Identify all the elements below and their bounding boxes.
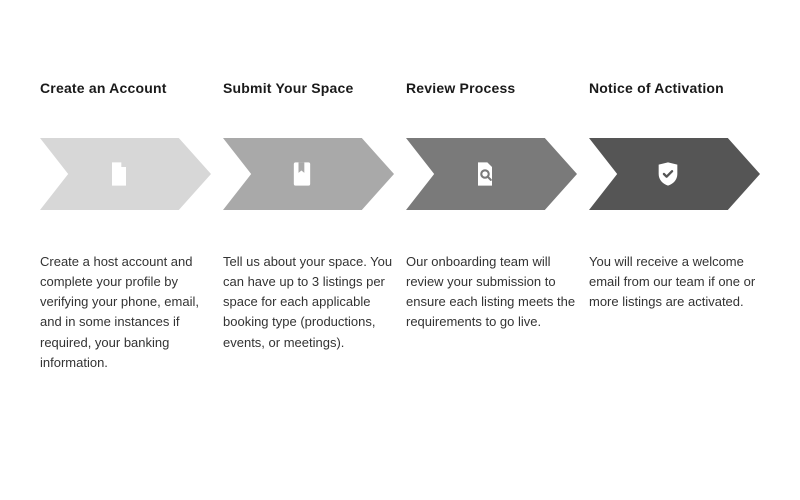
step-review-process: Review Process Our onboarding team will … (406, 80, 577, 373)
step-notice-activation: Notice of Activation You will receive a … (589, 80, 760, 373)
step-create-account: Create an Account Create a host account … (40, 80, 211, 373)
step-description: Create a host account and complete your … (40, 252, 211, 373)
step-description: Our onboarding team will review your sub… (406, 252, 577, 333)
document-icon (105, 160, 133, 188)
process-steps: Create an Account Create a host account … (40, 80, 760, 373)
shield-check-icon (654, 160, 682, 188)
step-title: Submit Your Space (223, 80, 394, 96)
step-submit-space: Submit Your Space Tell us about your spa… (223, 80, 394, 373)
step-title: Create an Account (40, 80, 211, 96)
step-arrow (40, 138, 211, 210)
step-arrow (406, 138, 577, 210)
step-arrow (589, 138, 760, 210)
step-arrow (223, 138, 394, 210)
step-title: Review Process (406, 80, 577, 96)
step-description: Tell us about your space. You can have u… (223, 252, 394, 353)
step-title: Notice of Activation (589, 80, 760, 96)
bookmark-icon (288, 160, 316, 188)
magnify-doc-icon (471, 160, 499, 188)
step-description: You will receive a welcome email from ou… (589, 252, 760, 312)
